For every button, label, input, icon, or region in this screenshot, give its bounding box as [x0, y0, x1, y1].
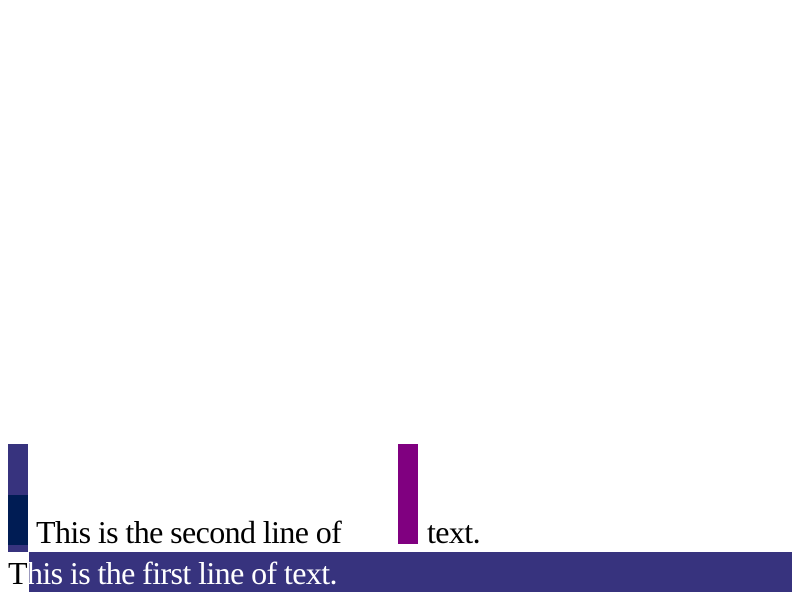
- middle-bar: [398, 444, 418, 544]
- first-line-first-char: T: [8, 555, 28, 591]
- page: This is the second line of text. This is…: [0, 0, 800, 600]
- second-line-text-part2: text.: [427, 514, 481, 550]
- first-line-rest: his is the first line of text.: [26, 555, 338, 591]
- second-line-text-part1: This is the second line of: [36, 514, 342, 550]
- first-line-text: This is the first line of text.: [8, 553, 338, 593]
- left-inner-bar: [8, 495, 28, 545]
